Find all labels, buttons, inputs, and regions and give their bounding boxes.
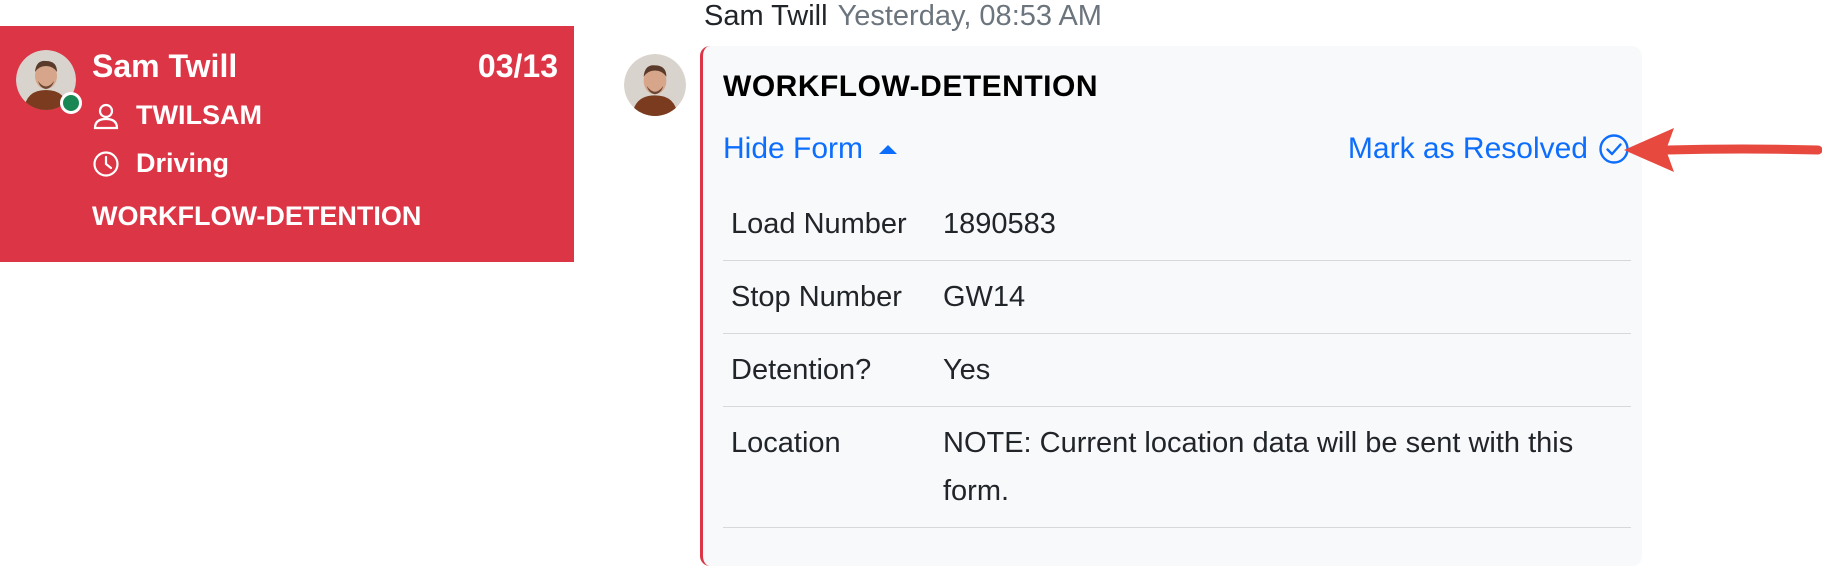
mark-as-resolved-label: Mark as Resolved	[1347, 132, 1588, 165]
sender-avatar-photo	[624, 54, 686, 116]
form-fields-table: Load Number 1890583 Stop Number GW14 Det…	[723, 188, 1631, 528]
table-row: Load Number 1890583	[723, 188, 1631, 261]
hide-form-link[interactable]: Hide Form	[723, 132, 898, 166]
message-bubble: WORKFLOW-DETENTION Hide Form Mark as Res…	[700, 46, 1642, 566]
hide-form-label: Hide Form	[723, 132, 864, 165]
message-header: Sam Twill Yesterday, 08:53 AM	[704, 0, 1102, 32]
status-row: Driving	[92, 148, 229, 179]
clock-icon	[93, 150, 119, 177]
field-label: Location	[723, 406, 935, 528]
conversation-card[interactable]: Sam Twill 03/13 TWILSAM Driving WORKFLOW…	[0, 26, 574, 262]
annotation-arrow	[1624, 128, 1822, 172]
person-icon	[93, 103, 119, 129]
field-value: 1890583	[935, 188, 1631, 261]
user-id-row: TWILSAM	[92, 100, 262, 131]
conversation-workflow: WORKFLOW-DETENTION	[92, 201, 422, 231]
sender-avatar	[624, 54, 686, 116]
message-timestamp: Yesterday, 08:53 AM	[837, 0, 1102, 32]
user-id: TWILSAM	[136, 100, 262, 130]
caret-up-icon	[879, 144, 898, 154]
online-status-dot	[60, 92, 82, 114]
stage: Sam Twill 03/13 TWILSAM Driving WORKFLOW…	[0, 0, 1824, 566]
field-label: Stop Number	[723, 260, 935, 334]
field-value: Yes	[935, 333, 1631, 407]
field-value: GW14	[935, 260, 1631, 334]
mark-as-resolved-button[interactable]: Mark as Resolved	[1348, 132, 1630, 166]
table-row: Detention? Yes	[723, 333, 1631, 407]
field-label: Load Number	[723, 188, 935, 261]
avatar	[16, 50, 82, 114]
field-value: NOTE: Current location data will be sent…	[935, 406, 1631, 528]
message-sender: Sam Twill	[704, 0, 828, 32]
conversation-name: Sam Twill	[92, 48, 238, 84]
table-row: Stop Number GW14	[723, 260, 1631, 334]
message-count: 03/13	[477, 48, 558, 84]
table-row: Location NOTE: Current location data wil…	[723, 406, 1631, 528]
form-title: WORKFLOW-DETENTION	[723, 70, 1099, 103]
driver-status: Driving	[136, 148, 230, 178]
field-label: Detention?	[723, 333, 935, 407]
